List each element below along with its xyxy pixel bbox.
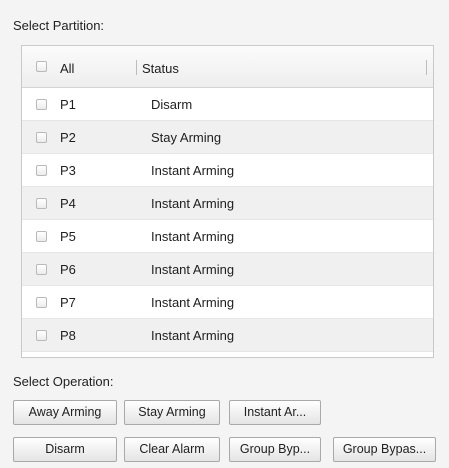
table-row[interactable]: P4 Instant Arming <box>22 187 433 220</box>
partition-status: Instant Arming <box>151 328 235 343</box>
status-column-header[interactable]: Status <box>142 61 179 76</box>
select-all-checkbox[interactable] <box>36 61 47 72</box>
partition-name: P1 <box>60 97 76 112</box>
group-bypass-recover-button[interactable]: Group Bypas... <box>333 437 436 462</box>
instant-arming-button[interactable]: Instant Ar... <box>229 400 321 425</box>
column-separator[interactable] <box>136 60 137 75</box>
partition-status: Instant Arming <box>151 163 235 178</box>
partition-status: Instant Arming <box>151 295 235 310</box>
row-checkbox[interactable] <box>36 330 47 341</box>
partition-status: Instant Arming <box>151 229 235 244</box>
partition-name: P2 <box>60 130 76 145</box>
partition-status: Stay Arming <box>151 130 222 145</box>
group-bypass-button[interactable]: Group Byp... <box>229 437 321 462</box>
stay-arming-button[interactable]: Stay Arming <box>124 400 220 425</box>
table-row[interactable]: P6 Instant Arming <box>22 253 433 286</box>
table-row[interactable]: P7 Instant Arming <box>22 286 433 319</box>
partition-name: P8 <box>60 328 76 343</box>
select-partition-label: Select Partition: <box>13 18 105 33</box>
table-row[interactable]: P8 Instant Arming <box>22 319 433 352</box>
partition-status: Instant Arming <box>151 262 235 277</box>
partition-name: P4 <box>60 196 76 211</box>
partition-status: Disarm <box>151 97 193 112</box>
row-checkbox[interactable] <box>36 165 47 176</box>
row-checkbox[interactable] <box>36 297 47 308</box>
disarm-button[interactable]: Disarm <box>13 437 117 462</box>
table-row[interactable]: P5 Instant Arming <box>22 220 433 253</box>
partition-table: All Status P1 Disarm P2 Stay Arming P3 I… <box>21 45 434 358</box>
table-row[interactable]: P2 Stay Arming <box>22 121 433 154</box>
partition-name: P6 <box>60 262 76 277</box>
column-separator[interactable] <box>426 60 427 75</box>
row-checkbox[interactable] <box>36 132 47 143</box>
clear-alarm-button[interactable]: Clear Alarm <box>124 437 220 462</box>
partition-name: P3 <box>60 163 76 178</box>
row-checkbox[interactable] <box>36 198 47 209</box>
table-row[interactable]: P1 Disarm <box>22 88 433 121</box>
partition-name: P7 <box>60 295 76 310</box>
all-column-header: All <box>60 61 75 76</box>
table-row[interactable]: P3 Instant Arming <box>22 154 433 187</box>
away-arming-button[interactable]: Away Arming <box>13 400 117 425</box>
partition-name: P5 <box>60 229 76 244</box>
select-operation-label: Select Operation: <box>13 374 114 389</box>
table-header: All Status <box>22 46 433 88</box>
row-checkbox[interactable] <box>36 99 47 110</box>
row-checkbox[interactable] <box>36 231 47 242</box>
row-checkbox[interactable] <box>36 264 47 275</box>
partition-status: Instant Arming <box>151 196 235 211</box>
